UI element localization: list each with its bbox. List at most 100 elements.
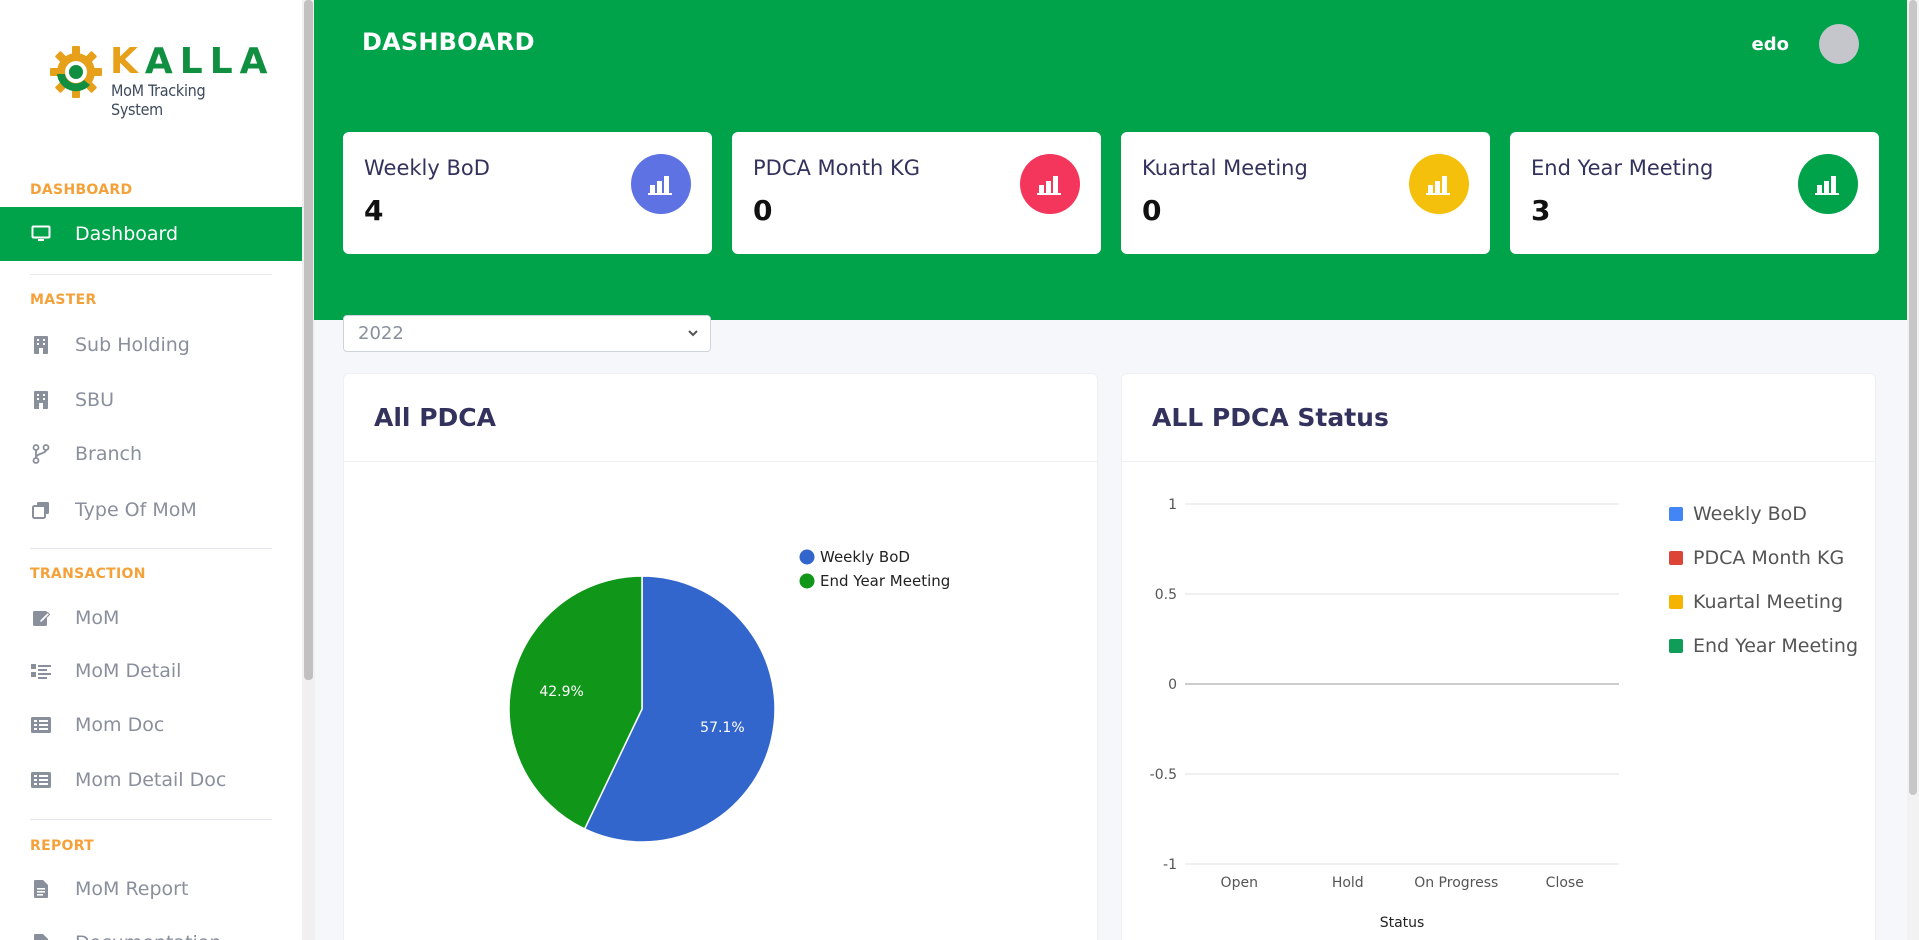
y-tick-label: -1 bbox=[1163, 857, 1177, 873]
legend-swatch bbox=[1669, 639, 1683, 653]
legend-label: PDCA Month KG bbox=[1693, 547, 1844, 569]
stat-value: 0 bbox=[1142, 194, 1162, 227]
branch-icon bbox=[30, 443, 52, 465]
file-icon bbox=[30, 932, 52, 940]
legend-swatch bbox=[1669, 551, 1683, 565]
y-tick-label: 0 bbox=[1168, 677, 1177, 693]
page-scrollbar-thumb[interactable] bbox=[1909, 0, 1917, 795]
brand-word: KALLA bbox=[110, 41, 275, 82]
legend-swatch bbox=[799, 549, 815, 565]
sidebar-divider bbox=[30, 274, 272, 275]
sidebar-item-sub-holding[interactable]: Sub Holding bbox=[0, 318, 302, 372]
x-tick-label: On Progress bbox=[1414, 875, 1498, 891]
chevron-down-icon bbox=[688, 330, 698, 337]
sidebar-item-label: Documentation bbox=[75, 932, 221, 940]
list-details-icon bbox=[30, 660, 52, 682]
sidebar-item-branch[interactable]: Branch bbox=[0, 427, 302, 481]
legend-label: End Year Meeting bbox=[820, 572, 950, 590]
year-select[interactable]: 2022 bbox=[343, 315, 711, 352]
list-icon bbox=[30, 714, 52, 736]
legend-swatch bbox=[1669, 595, 1683, 609]
stat-title: Weekly BoD bbox=[364, 156, 490, 180]
stat-value: 3 bbox=[1531, 194, 1551, 227]
sidebar-divider bbox=[30, 548, 272, 549]
legend-swatch bbox=[1669, 507, 1683, 521]
sidebar-item-dashboard[interactable]: Dashboard bbox=[0, 207, 302, 261]
pie-slice-label: 42.9% bbox=[539, 684, 583, 700]
sidebar-item-type-of-mom[interactable]: Type Of MoM bbox=[0, 483, 302, 537]
sidebar-item-mom-report[interactable]: MoM Report bbox=[0, 862, 302, 916]
bar-chart-icon bbox=[1798, 154, 1858, 214]
sidebar-item-sbu[interactable]: SBU bbox=[0, 373, 302, 427]
gear-logo-icon bbox=[50, 46, 102, 98]
sidebar-item-label: Branch bbox=[75, 443, 143, 465]
stat-card-end-year-meeting: End Year Meeting 3 bbox=[1510, 132, 1879, 254]
stat-value: 0 bbox=[753, 194, 773, 227]
x-tick-label: Close bbox=[1546, 875, 1584, 891]
sidebar-item-mom[interactable]: MoM bbox=[0, 591, 302, 645]
sidebar-item-label: Mom Detail Doc bbox=[75, 769, 227, 791]
stat-value: 4 bbox=[364, 194, 384, 227]
year-select-value: 2022 bbox=[358, 323, 404, 344]
bar-chart-icon bbox=[631, 154, 691, 214]
x-axis-label: Status bbox=[1380, 915, 1425, 931]
building-icon bbox=[30, 334, 52, 356]
sidebar-scrollbar-thumb[interactable] bbox=[304, 0, 313, 680]
legend-label: Kuartal Meeting bbox=[1693, 591, 1843, 613]
copy-icon bbox=[30, 499, 52, 521]
section-title-transaction: TRANSACTION bbox=[30, 566, 146, 582]
page-title: DASHBOARD bbox=[362, 28, 535, 56]
sidebar-item-label: Mom Doc bbox=[75, 714, 165, 736]
sidebar: KALLA MoM Tracking System DASHBOARD Dash… bbox=[0, 0, 302, 940]
sidebar-item-mom-detail-doc[interactable]: Mom Detail Doc bbox=[0, 753, 302, 807]
sidebar-item-mom-doc[interactable]: Mom Doc bbox=[0, 698, 302, 752]
edit-icon bbox=[30, 607, 52, 629]
page-scrollbar[interactable] bbox=[1907, 0, 1919, 940]
pie-slice-label: 57.1% bbox=[700, 720, 744, 736]
status-bar-chart: 1 0.5 0 -0.5 -1 Open Hold On Progress Close Statu… bbox=[1150, 497, 1858, 931]
user-name[interactable]: edo bbox=[1752, 34, 1789, 55]
section-title-report: REPORT bbox=[30, 838, 95, 854]
avatar[interactable] bbox=[1819, 24, 1859, 64]
y-tick-label: 0.5 bbox=[1155, 587, 1177, 603]
legend-label: End Year Meeting bbox=[1693, 635, 1858, 657]
sidebar-item-mom-detail[interactable]: MoM Detail bbox=[0, 644, 302, 698]
bar-chart-icon bbox=[1020, 154, 1080, 214]
sidebar-item-label: MoM Report bbox=[75, 878, 189, 900]
sidebar-item-label: MoM bbox=[75, 607, 120, 629]
y-tick-label: -0.5 bbox=[1150, 767, 1177, 783]
building-icon bbox=[30, 389, 52, 411]
monitor-icon bbox=[30, 223, 52, 245]
sidebar-item-label: Type Of MoM bbox=[75, 499, 197, 521]
sidebar-item-label: SBU bbox=[75, 389, 115, 411]
x-tick-label: Hold bbox=[1332, 875, 1364, 891]
brand-logo[interactable]: KALLA MoM Tracking System bbox=[46, 40, 268, 119]
sidebar-divider bbox=[30, 819, 272, 820]
panel-title: All PDCA bbox=[344, 374, 1097, 462]
sidebar-item-label: Dashboard bbox=[75, 223, 179, 245]
stat-title: PDCA Month KG bbox=[753, 156, 921, 180]
stat-title: Kuartal Meeting bbox=[1142, 156, 1308, 180]
legend-swatch bbox=[799, 573, 815, 589]
section-title-master: MASTER bbox=[30, 292, 97, 308]
legend-label: Weekly BoD bbox=[820, 548, 910, 566]
panel-title: ALL PDCA Status bbox=[1122, 374, 1875, 462]
file-icon bbox=[30, 878, 52, 900]
stat-card-kuartal-meeting: Kuartal Meeting 0 bbox=[1121, 132, 1490, 254]
section-title-dashboard: DASHBOARD bbox=[30, 182, 133, 198]
legend-label: Weekly BoD bbox=[1693, 503, 1807, 525]
y-tick-label: 1 bbox=[1168, 497, 1177, 513]
brand-subtitle: MoM Tracking System bbox=[111, 81, 206, 119]
panel-all-pdca: All PDCA 57.1% 42.9% Weekly BoD End Year Me… bbox=[343, 373, 1098, 940]
stat-card-pdca-month-kg: PDCA Month KG 0 bbox=[732, 132, 1101, 254]
sidebar-item-documentation[interactable]: Documentation bbox=[0, 916, 302, 940]
sidebar-item-label: MoM Detail bbox=[75, 660, 182, 682]
sidebar-item-label: Sub Holding bbox=[75, 334, 190, 356]
list-icon bbox=[30, 769, 52, 791]
pie-chart: 57.1% 42.9% Weekly BoD End Year Meeting bbox=[508, 548, 950, 843]
stat-card-weekly-bod: Weekly BoD 4 bbox=[343, 132, 712, 254]
x-tick-label: Open bbox=[1221, 875, 1258, 891]
stat-title: End Year Meeting bbox=[1531, 156, 1714, 180]
panel-all-pdca-status: ALL PDCA Status 1 0.5 0 -0.5 -1 Open Hold On Pr… bbox=[1121, 373, 1876, 940]
bar-chart-icon bbox=[1409, 154, 1469, 214]
